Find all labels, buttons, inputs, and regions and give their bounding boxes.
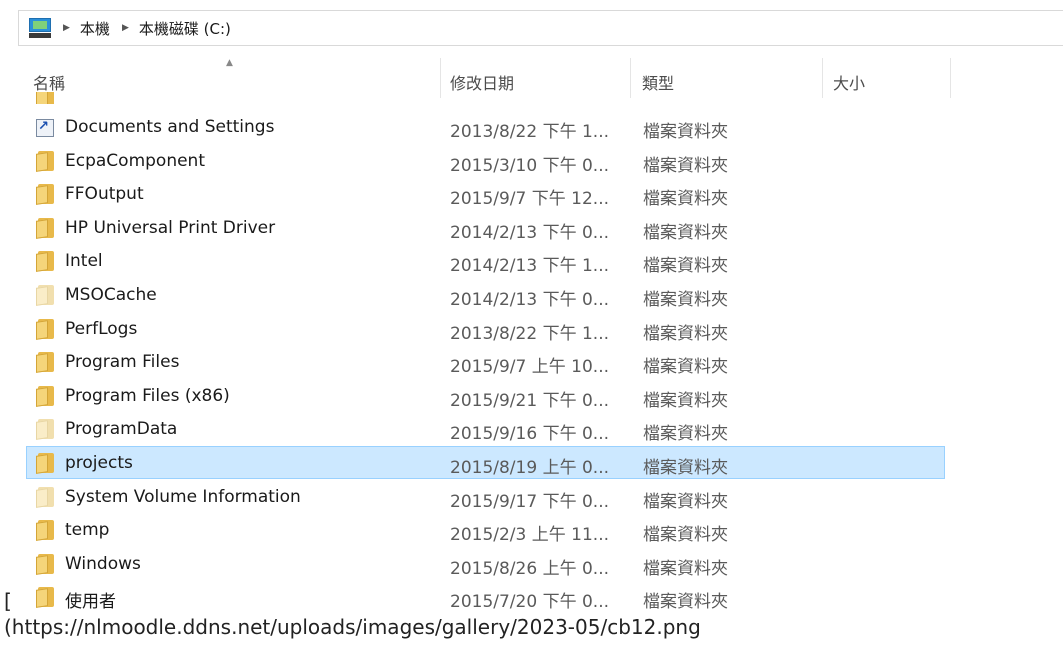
file-name: Program Files bbox=[65, 352, 180, 373]
file-type: 檔案資料夾 bbox=[643, 256, 728, 277]
column-size[interactable]: 大小 bbox=[833, 70, 865, 94]
address-bar[interactable]: ▶ 本機 ▶ 本機磁碟 (C:) bbox=[18, 10, 1063, 46]
file-type: 檔案資料夾 bbox=[643, 122, 728, 142]
column-type[interactable]: 類型 bbox=[642, 70, 674, 94]
file-modified-date: 2015/7/20 下午 0... bbox=[450, 592, 610, 613]
folder-icon bbox=[36, 486, 56, 508]
file-list-item[interactable]: FFOutput 2015/9/7 下午 12... 檔案資料夾 bbox=[26, 177, 945, 210]
file-modified-date: 2014/2/13 下午 0... bbox=[450, 290, 610, 310]
file-name: projects bbox=[65, 453, 133, 473]
file-list-item[interactable]: Documents and Settings 2013/8/22 下午 1... 檔… bbox=[26, 110, 945, 143]
file-name: 使用者 bbox=[65, 592, 116, 613]
file-list-item[interactable]: EcpaComponent 2015/3/10 下午 0... 檔案資料夾 bbox=[26, 144, 945, 177]
shortcut-folder-icon bbox=[36, 119, 54, 137]
folder-icon bbox=[36, 285, 56, 306]
file-list-item[interactable]: Intel 2014/2/13 下午 1... 檔案資料夾 bbox=[26, 244, 945, 277]
file-type: 檔案資料夾 bbox=[643, 491, 728, 512]
folder-icon bbox=[36, 453, 56, 474]
file-name: temp bbox=[65, 520, 110, 541]
file-type: 檔案資料夾 bbox=[643, 290, 728, 310]
file-list-item[interactable]: MSOCache 2014/2/13 下午 0... 檔案資料夾 bbox=[26, 278, 945, 311]
partial-list-item bbox=[0, 92, 1063, 104]
file-type: 檔案資料夾 bbox=[643, 390, 728, 411]
file-type: 檔案資料夾 bbox=[643, 222, 728, 243]
file-list-item[interactable]: projects 2015/8/19 上午 0... 檔案資料夾 bbox=[26, 446, 945, 479]
file-modified-date: 2015/9/21 下午 0... bbox=[450, 390, 610, 411]
file-list-item[interactable]: Windows 2015/8/26 上午 0... 檔案資料夾 bbox=[26, 547, 945, 580]
folder-icon bbox=[36, 150, 56, 172]
this-pc-icon bbox=[29, 18, 51, 38]
file-list-item[interactable]: PerfLogs 2013/8/22 下午 1... 檔案資料夾 bbox=[26, 312, 945, 345]
folder-icon bbox=[36, 385, 56, 407]
folder-icon bbox=[36, 419, 56, 441]
file-type: 檔案資料夾 bbox=[643, 189, 728, 210]
file-modified-date: 2014/2/13 下午 0... bbox=[450, 222, 610, 243]
file-modified-date: 2013/8/22 下午 1... bbox=[450, 122, 610, 142]
file-type: 檔案資料夾 bbox=[643, 525, 728, 546]
file-modified-date: 2015/8/19 上午 0... bbox=[450, 458, 610, 478]
file-type: 檔案資料夾 bbox=[643, 323, 728, 344]
footer-bracket: [ bbox=[4, 589, 12, 613]
column-date[interactable]: 修改日期 bbox=[450, 70, 514, 94]
file-list-item[interactable]: 使用者 2015/7/20 下午 0... 檔案資料夾 bbox=[26, 580, 945, 613]
breadcrumb-arrow-icon[interactable]: ▶ bbox=[122, 23, 129, 33]
file-name: Intel bbox=[65, 251, 103, 272]
file-list-item[interactable]: HP Universal Print Driver 2014/2/13 下午 0.… bbox=[26, 211, 945, 244]
folder-icon bbox=[36, 587, 56, 609]
file-type: 檔案資料夾 bbox=[643, 458, 728, 478]
file-modified-date: 2015/9/7 上午 10... bbox=[450, 357, 610, 378]
folder-icon bbox=[36, 184, 56, 206]
file-name: Program Files (x86) bbox=[65, 385, 230, 406]
breadcrumb-local-disk[interactable]: 本機磁碟 (C:) bbox=[139, 18, 231, 39]
file-modified-date: 2015/3/10 下午 0... bbox=[450, 155, 610, 176]
folder-icon bbox=[36, 251, 56, 273]
file-name: FFOutput bbox=[65, 184, 144, 205]
folder-icon bbox=[36, 318, 56, 340]
file-list-item[interactable]: Program Files 2015/9/7 上午 10... 檔案資料夾 bbox=[26, 345, 945, 378]
file-name: PerfLogs bbox=[65, 318, 138, 339]
file-modified-date: 2015/9/7 下午 12... bbox=[450, 189, 610, 210]
file-name: HP Universal Print Driver bbox=[65, 217, 276, 238]
breadcrumb-arrow-icon[interactable]: ▶ bbox=[63, 23, 70, 33]
folder-icon bbox=[36, 92, 56, 104]
file-type: 檔案資料夾 bbox=[643, 558, 728, 579]
file-list-item[interactable]: ProgramData 2015/9/16 下午 0... 檔案資料夾 bbox=[26, 412, 945, 445]
file-modified-date: 2013/8/22 下午 1... bbox=[450, 323, 610, 344]
column-name[interactable]: 名稱 bbox=[33, 70, 65, 94]
folder-icon bbox=[36, 520, 56, 542]
file-name: MSOCache bbox=[65, 285, 157, 305]
file-name: Documents and Settings bbox=[65, 117, 275, 137]
file-list-item[interactable]: System Volume Information 2015/9/17 下午 0.… bbox=[26, 480, 945, 513]
file-modified-date: 2015/8/26 上午 0... bbox=[450, 558, 610, 579]
sort-ascending-icon: ▲ bbox=[226, 58, 233, 68]
breadcrumb-this-pc[interactable]: 本機 bbox=[80, 18, 110, 39]
file-modified-date: 2014/2/13 下午 1... bbox=[450, 256, 610, 277]
file-name: Windows bbox=[65, 553, 141, 574]
file-type: 檔案資料夾 bbox=[643, 155, 728, 176]
footer-url-text: (https://nlmoodle.ddns.net/uploads/image… bbox=[4, 615, 701, 639]
folder-icon bbox=[36, 217, 56, 239]
file-modified-date: 2015/9/16 下午 0... bbox=[450, 424, 610, 445]
file-name: System Volume Information bbox=[65, 486, 301, 507]
file-type: 檔案資料夾 bbox=[643, 357, 728, 378]
file-list-item[interactable]: temp 2015/2/3 上午 11... 檔案資料夾 bbox=[26, 513, 945, 546]
file-name: ProgramData bbox=[65, 419, 178, 440]
file-modified-date: 2015/9/17 下午 0... bbox=[450, 491, 610, 512]
file-name: EcpaComponent bbox=[65, 150, 205, 171]
file-type: 檔案資料夾 bbox=[643, 424, 728, 445]
folder-icon bbox=[36, 553, 56, 575]
file-modified-date: 2015/2/3 上午 11... bbox=[450, 525, 610, 546]
file-list-item[interactable]: Program Files (x86) 2015/9/21 下午 0... 檔案資料… bbox=[26, 379, 945, 412]
folder-icon bbox=[36, 352, 56, 374]
file-type: 檔案資料夾 bbox=[643, 592, 728, 613]
